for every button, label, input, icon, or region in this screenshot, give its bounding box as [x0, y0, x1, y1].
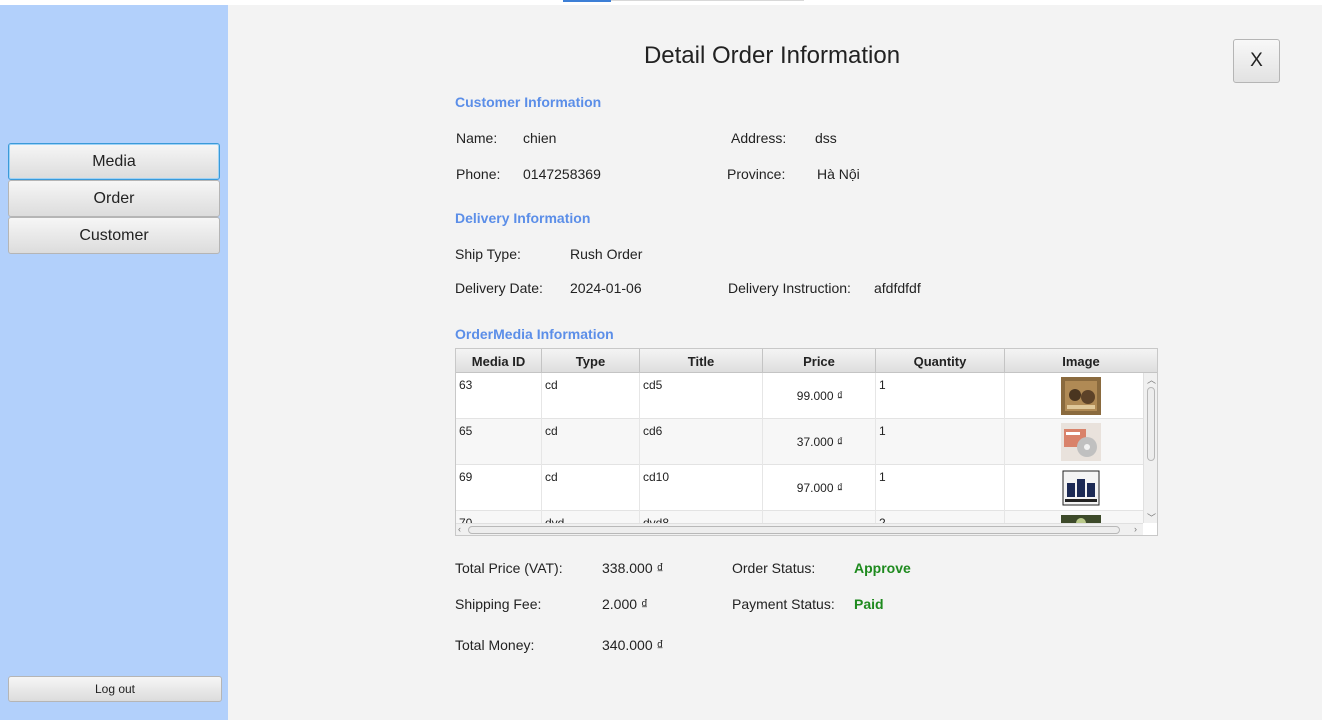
order-status-value: Approve [854, 560, 911, 576]
delivery-date-value: 2024-01-06 [570, 280, 642, 296]
column-header-quantity[interactable]: Quantity [876, 349, 1005, 373]
sidebar-item-order[interactable]: Order [8, 180, 220, 217]
column-header-title[interactable]: Title [640, 349, 763, 373]
ship-type-label: Ship Type: [455, 246, 521, 262]
column-header-media-id[interactable]: Media ID [456, 349, 542, 373]
page-title: Detail Order Information [643, 42, 901, 69]
main-panel: Detail Order Information X Customer Info… [228, 5, 1322, 720]
close-button[interactable]: X [1233, 39, 1280, 83]
cell-type: cd [542, 465, 640, 511]
column-header-type[interactable]: Type [542, 349, 640, 373]
logout-label: Log out [94, 682, 136, 696]
cell-image [1005, 419, 1143, 465]
sidebar: Media Order Customer Log out [0, 5, 228, 720]
table-row[interactable]: 69 cd cd10 97.000 ₫ 1 [456, 465, 1143, 511]
address-label: Address: [731, 130, 787, 146]
table-row[interactable]: 63 cd cd5 99.000 ₫ 1 [456, 373, 1143, 419]
total-money-label: Total Money: [455, 637, 535, 653]
cell-media-id: 65 [456, 419, 542, 465]
delivery-instruction-value: afdfdfdf [874, 280, 921, 296]
order-media-table[interactable]: Media ID Type Title Price Quantity Image… [455, 348, 1158, 536]
horizontal-scroll-thumb[interactable] [468, 526, 1120, 534]
horizontal-scrollbar[interactable]: ‹ › [456, 523, 1143, 535]
cell-media-id: 63 [456, 373, 542, 419]
scroll-left-icon[interactable]: ‹ [458, 524, 461, 534]
sidebar-item-customer[interactable]: Customer [8, 217, 220, 254]
tab-indicator [563, 0, 611, 2]
scroll-right-icon[interactable]: › [1134, 524, 1137, 534]
tab-divider [611, 0, 804, 1]
table-header: Media ID Type Title Price Quantity Image [456, 349, 1157, 373]
table-row[interactable]: 65 cd cd6 37.000 ₫ 1 [456, 419, 1143, 465]
delivery-date-label: Delivery Date: [455, 280, 543, 296]
total-price-label: Total Price (VAT): [455, 560, 563, 576]
ship-type-value: Rush Order [570, 246, 643, 262]
vertical-scroll-thumb[interactable] [1147, 387, 1155, 461]
address-value: dss [815, 130, 837, 146]
sidebar-item-label: Customer [79, 226, 149, 244]
delivery-instruction-label: Delivery Instruction: [728, 280, 851, 296]
cell-price: 99.000 ₫ [763, 373, 876, 419]
cell-quantity: 1 [876, 419, 1005, 465]
sidebar-item-label: Media [92, 152, 136, 170]
cell-type: cd [542, 373, 640, 419]
cell-price: 97.000 ₫ [763, 465, 876, 511]
cell-quantity: 1 [876, 373, 1005, 419]
scroll-up-icon[interactable]: ︿ [1147, 373, 1156, 386]
cell-image [1005, 373, 1143, 419]
vertical-scrollbar[interactable]: ︿ ﹀ [1143, 373, 1157, 523]
customer-section-heading: Customer Information [455, 94, 602, 110]
total-price-value: 338.000 ₫ [602, 560, 664, 576]
cell-media-id: 69 [456, 465, 542, 511]
order-status-label: Order Status: [732, 560, 816, 576]
name-label: Name: [456, 130, 498, 146]
total-money-value: 340.000 ₫ [602, 637, 664, 653]
sidebar-item-media[interactable]: Media [8, 143, 220, 180]
delivery-section-heading: Delivery Information [455, 210, 591, 226]
payment-status-value: Paid [854, 596, 884, 612]
payment-status-label: Payment Status: [732, 596, 835, 612]
column-header-price[interactable]: Price [763, 349, 876, 373]
shipping-fee-value: 2.000 ₫ [602, 596, 649, 612]
column-header-image[interactable]: Image [1005, 349, 1157, 373]
name-value: chien [523, 130, 557, 146]
cell-title: cd10 [640, 465, 763, 511]
sidebar-item-label: Order [93, 189, 135, 207]
cd-cover-thumbnail [1061, 423, 1101, 461]
cell-quantity: 1 [876, 465, 1005, 511]
cell-image [1005, 465, 1143, 511]
cell-title: cd6 [640, 419, 763, 465]
cell-price: 37.000 ₫ [763, 419, 876, 465]
cd-cover-thumbnail [1061, 469, 1101, 507]
scroll-down-icon[interactable]: ﹀ [1147, 511, 1156, 524]
phone-value: 0147258369 [523, 166, 601, 182]
order-media-section-heading: OrderMedia Information [455, 326, 614, 342]
shipping-fee-label: Shipping Fee: [455, 596, 542, 612]
phone-label: Phone: [456, 166, 501, 182]
cd-cover-thumbnail [1061, 377, 1101, 415]
cell-title: cd5 [640, 373, 763, 419]
cell-type: cd [542, 419, 640, 465]
province-label: Province: [727, 166, 786, 182]
logout-button[interactable]: Log out [8, 676, 222, 702]
province-value: Hà Nội [817, 166, 860, 182]
